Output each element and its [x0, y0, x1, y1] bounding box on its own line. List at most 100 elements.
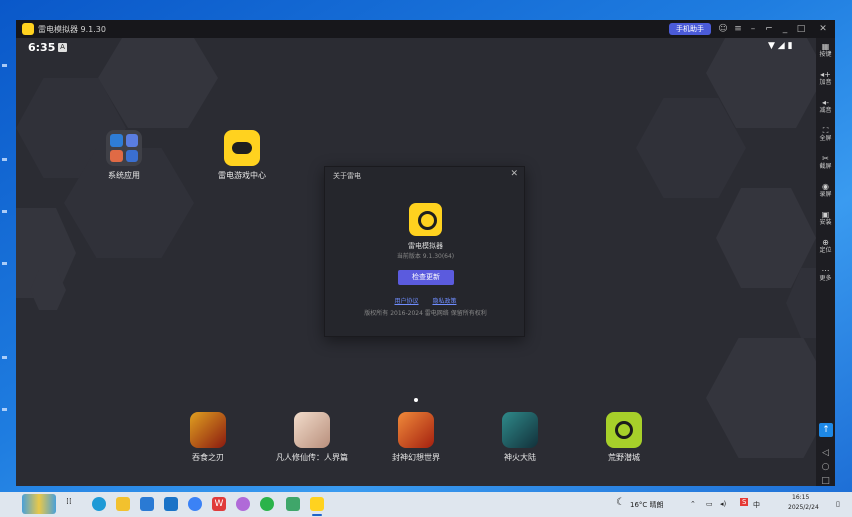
clock-date[interactable]: 2025/2/24	[788, 504, 819, 511]
minimize-button[interactable]: _	[779, 23, 791, 35]
tray-overflow-icon[interactable]: ⌃	[690, 500, 696, 508]
sidebar-label: 定位	[819, 247, 832, 254]
dock-app[interactable]: 荒野潜城	[590, 412, 658, 463]
moon-icon: ☾	[616, 497, 625, 508]
sidebar-item-more[interactable]: ⋯ 更多	[816, 266, 835, 282]
sidebar-item-fullscreen[interactable]: ⛶ 全屏	[816, 126, 835, 142]
status-icons: ▼ ◢ ▮	[768, 41, 793, 51]
emulator-sidebar: ▦ 按键 ◂+ 加音 ◂- 减音 ⛶ 全屏 ✂ 截屏 ◉ 录屏 ▣ 安装 ⊕ 定位 ⋯ 更多 ↑ …	[816, 38, 835, 486]
biohazard-icon	[606, 412, 642, 448]
home-icon[interactable]: ○	[816, 462, 835, 472]
dock-app[interactable]: 凡人修仙传：人界篇	[272, 412, 352, 463]
account-icon[interactable]: ☺	[717, 23, 729, 35]
app-label: 凡人修仙传：人界篇	[276, 453, 348, 462]
desktop-icon[interactable]	[2, 408, 7, 411]
more-icon: ⋯	[821, 266, 830, 275]
menu-icon[interactable]: ≡	[732, 23, 744, 35]
user-agreement-link[interactable]: 用户协议	[395, 298, 419, 305]
store-icon[interactable]	[140, 497, 154, 511]
app-label: 神火大陆	[504, 453, 536, 462]
record-icon: ◉	[822, 182, 829, 191]
sidebar-item-record[interactable]: ◉ 录屏	[816, 182, 835, 198]
maximize-button[interactable]: □	[795, 23, 807, 35]
ime-mode[interactable]: 中	[753, 500, 760, 510]
emulator-logo-icon	[22, 23, 34, 35]
collapse-sidebar-icon[interactable]: ↑	[819, 423, 833, 437]
restore-icon[interactable]: ⌐	[763, 23, 775, 35]
app-version: 当前版本 9.1.30(64)	[396, 253, 455, 260]
app-system-apps[interactable]: 系统应用	[102, 130, 146, 181]
wps-icon[interactable]: W	[212, 497, 226, 511]
dock-app[interactable]: 封神幻想世界	[382, 412, 450, 463]
sidebar-label: 加音	[819, 79, 832, 86]
install-icon: ▣	[821, 210, 830, 219]
gamepad-icon	[224, 130, 260, 166]
app-label: 荒野潜城	[608, 453, 640, 462]
emulator-titlebar[interactable]: 雷电模拟器 9.1.30 手机助手 ☺ ≡ – ⌐ _ □ ✕	[16, 20, 835, 38]
copyright-text: 版权所有 2016-2024 雷电网络 保留所有权利	[364, 310, 487, 317]
game-icon	[294, 412, 330, 448]
sogou-icon[interactable]: S	[740, 498, 749, 506]
app-label: 雷电游戏中心	[218, 171, 266, 180]
scissors-icon: ✂	[822, 154, 829, 163]
sidebar-item-install[interactable]: ▣ 安装	[816, 210, 835, 226]
desktop-icon[interactable]	[2, 158, 7, 161]
sidebar-label: 全屏	[819, 135, 832, 142]
app-icon[interactable]	[286, 497, 300, 511]
app-label: 封神幻想世界	[392, 453, 440, 462]
check-update-button[interactable]: 检查更新	[398, 270, 454, 285]
browser-icon[interactable]	[188, 497, 202, 511]
close-button[interactable]: ✕	[817, 23, 829, 35]
task-view-icon[interactable]: ⁞⁞	[66, 497, 76, 511]
notification-center-icon[interactable]: ▯	[836, 500, 840, 508]
sidebar-item-screenshot[interactable]: ✂ 截屏	[816, 154, 835, 170]
assistant-button[interactable]: 手机助手	[669, 23, 711, 35]
dock-app[interactable]: 吞食之刃	[174, 412, 242, 463]
weather-text[interactable]: 16°C 晴朗	[630, 500, 664, 510]
status-time: 6:35	[28, 41, 56, 54]
game-icon	[190, 412, 226, 448]
app-label: 吞食之刃	[192, 453, 224, 462]
sidebar-label: 安装	[819, 219, 832, 226]
app-icon[interactable]	[236, 497, 250, 511]
taskbar: ⁞⁞ W ☾ 16°C 晴朗 ⌃ ▭ ◂) S 中 16:15 2025/2/2…	[0, 492, 852, 517]
wechat-icon[interactable]	[260, 497, 274, 511]
minimize-icon[interactable]: –	[747, 23, 759, 35]
close-icon[interactable]: ✕	[510, 169, 518, 179]
sidebar-item-location[interactable]: ⊕ 定位	[816, 238, 835, 254]
speaker-icon[interactable]: ◂)	[720, 500, 726, 508]
widgets-icon[interactable]	[22, 494, 56, 514]
desktop-icon[interactable]	[2, 64, 7, 67]
file-explorer-icon[interactable]	[116, 497, 130, 511]
android-screen: 6:35 A ▼ ◢ ▮ 系统应用 雷电游戏中心 关于雷电 ✕ 雷电模拟器 当前…	[16, 38, 816, 486]
about-dialog: 关于雷电 ✕ 雷电模拟器 当前版本 9.1.30(64) 检查更新 用户协议 隐…	[324, 166, 525, 337]
dock-app[interactable]: 神火大陆	[486, 412, 554, 463]
sidebar-label: 录屏	[819, 191, 832, 198]
app-game-center[interactable]: 雷电游戏中心	[212, 130, 272, 181]
mail-icon[interactable]	[164, 497, 178, 511]
app-name: 雷电模拟器	[408, 242, 443, 250]
clock-time[interactable]: 16:15	[792, 494, 809, 501]
game-icon	[502, 412, 538, 448]
battery-icon: ▮	[787, 41, 793, 51]
desktop-icon[interactable]	[2, 356, 7, 359]
desktop-icon[interactable]	[2, 210, 7, 213]
sidebar-item-volume-up[interactable]: ◂+ 加音	[816, 70, 835, 86]
recents-icon[interactable]: □	[816, 476, 835, 486]
window-title: 雷电模拟器 9.1.30	[38, 25, 106, 34]
privacy-policy-link[interactable]: 隐私政策	[432, 298, 456, 305]
app-label: 系统应用	[108, 171, 140, 180]
desktop-icon[interactable]	[2, 262, 7, 265]
emulator-window: 雷电模拟器 9.1.30 手机助手 ☺ ≡ – ⌐ _ □ ✕ 6:35 A ▼…	[16, 20, 835, 486]
ldplayer-taskbar-icon[interactable]	[310, 497, 324, 511]
sidebar-item-keyboard[interactable]: ▦ 按键	[816, 42, 835, 58]
game-icon	[398, 412, 434, 448]
notification-icon: A	[58, 43, 67, 52]
sidebar-item-volume-down[interactable]: ◂- 减音	[816, 98, 835, 114]
back-icon[interactable]: ◁	[816, 448, 835, 458]
network-icon[interactable]: ▭	[706, 500, 713, 508]
bg-hexagon	[706, 338, 816, 458]
dialog-title: 关于雷电	[333, 172, 361, 180]
sidebar-label: 截屏	[819, 163, 832, 170]
edge-icon[interactable]	[92, 497, 106, 511]
